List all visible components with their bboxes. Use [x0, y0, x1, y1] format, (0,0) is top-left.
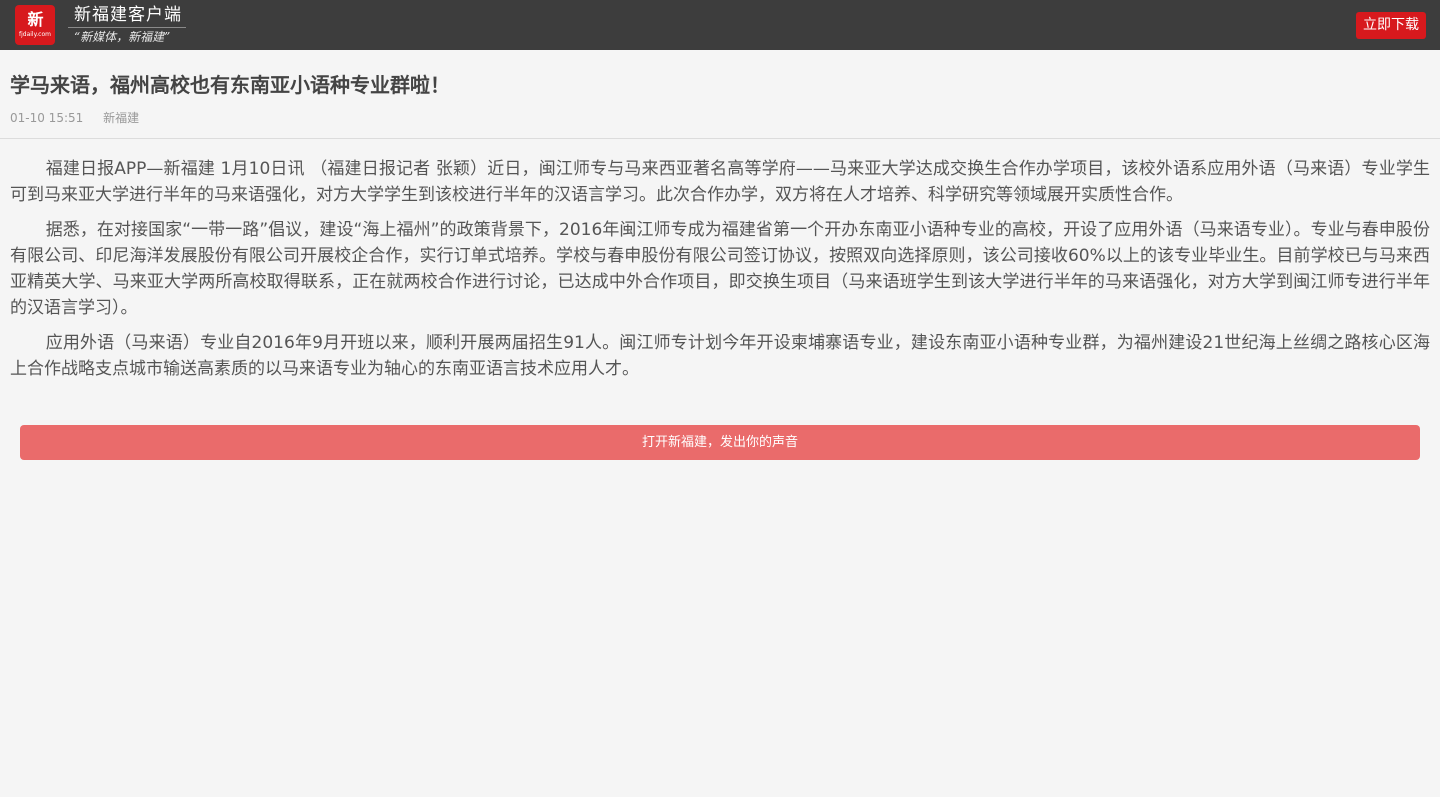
logo-glyph: 新: [27, 10, 43, 29]
article-paragraph: 应用外语（马来语）专业自2016年9月开班以来，顺利开展两届招生91人。闽江师专…: [10, 333, 1430, 379]
article-paragraph: 福建日报APP—新福建 1月10日讯 （福建日报记者 张颖）近日，闽江师专与马来…: [10, 159, 1430, 205]
brand-slogan: “新媒体，新福建”: [74, 30, 171, 44]
article-source: 新福建: [103, 111, 140, 125]
article-title: 学马来语，福州高校也有东南亚小语种专业群啦！: [10, 73, 450, 97]
article-paragraph: 据悉，在对接国家“一带一路”倡议，建设“海上福州”的政策背景下，2016年闽江师…: [10, 220, 1430, 318]
app-header: 新 fjdaily.com 新福建客户端 “新媒体，新福建” 立即下载: [0, 0, 1440, 50]
article-header: 学马来语，福州高校也有东南亚小语种专业群啦！ 01-10 15:51 新福建: [0, 50, 1440, 139]
app-logo[interactable]: 新 fjdaily.com: [15, 5, 55, 45]
article-meta: 01-10 15:51 新福建: [10, 110, 1430, 126]
open-app-button[interactable]: 打开新福建，发出你的声音: [20, 425, 1420, 460]
brand-block: 新福建客户端 “新媒体，新福建”: [68, 4, 186, 45]
logo-domain: fjdaily.com: [18, 31, 51, 38]
brand-name: 新福建客户端: [68, 4, 186, 28]
download-button[interactable]: 立即下载: [1356, 12, 1426, 39]
publish-date: 01-10 15:51: [10, 111, 84, 125]
article-body: 福建日报APP—新福建 1月10日讯 （福建日报记者 张颖）近日，闽江师专与马来…: [0, 139, 1440, 382]
